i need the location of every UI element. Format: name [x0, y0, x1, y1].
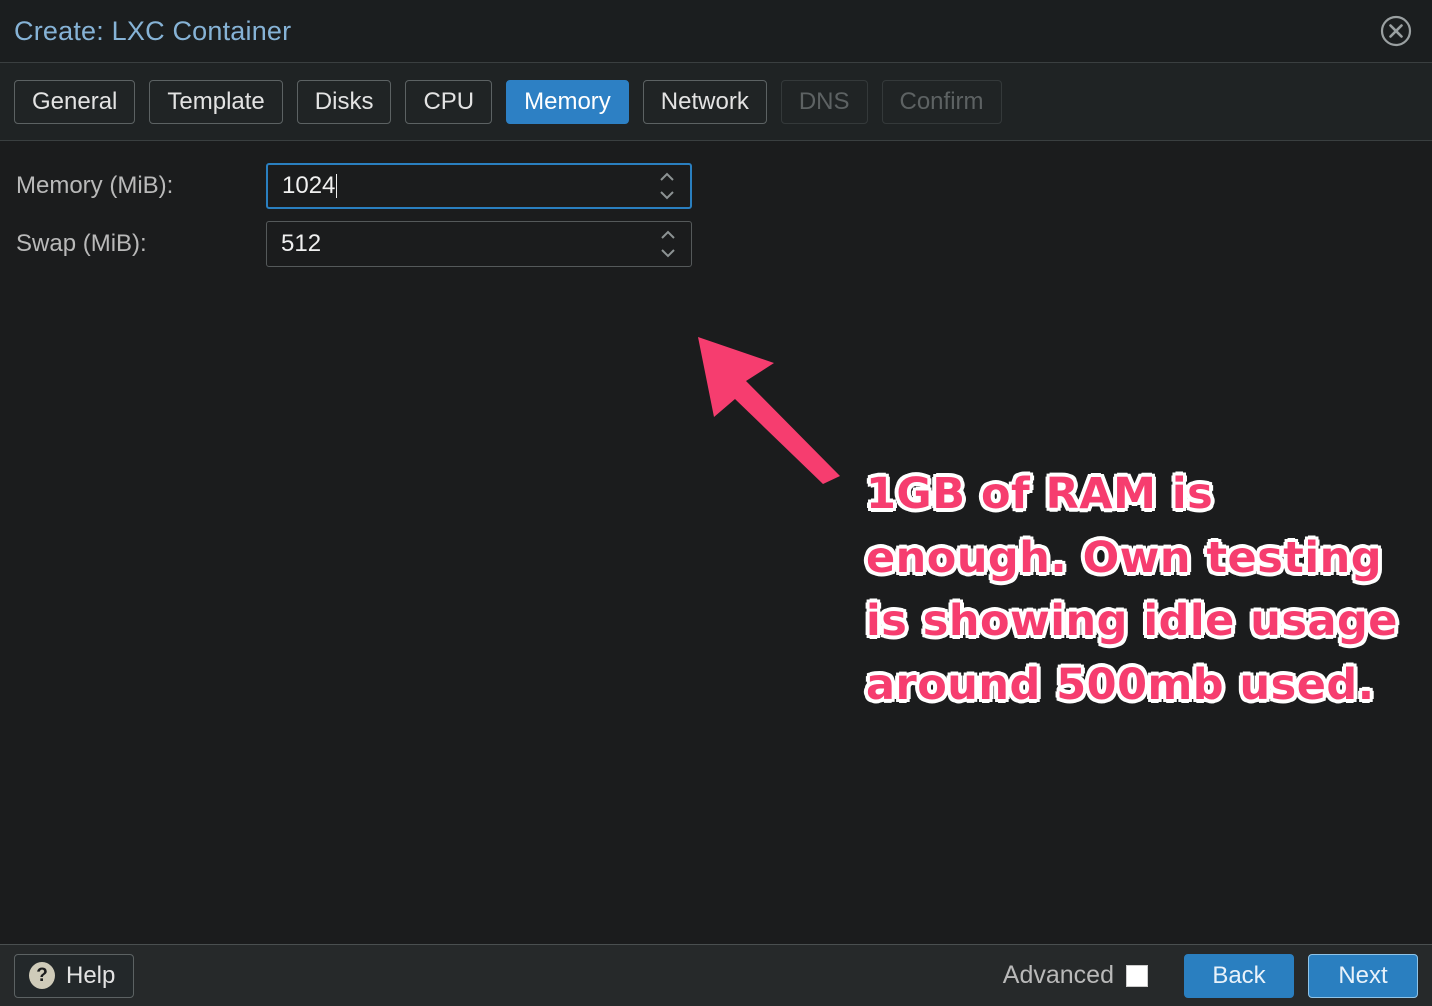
swap-label: Swap (MiB):: [16, 230, 147, 257]
dialog-titlebar: Create: LXC Container: [0, 0, 1432, 63]
close-icon[interactable]: [1379, 14, 1413, 48]
memory-input[interactable]: 1024: [266, 163, 692, 209]
back-button[interactable]: Back: [1184, 953, 1294, 998]
help-button-label: Help: [66, 961, 116, 989]
text-cursor: [336, 174, 338, 198]
question-mark-icon: ?: [29, 962, 55, 989]
swap-input[interactable]: 512: [266, 221, 692, 267]
memory-input-value: 1024: [282, 172, 336, 199]
advanced-checkbox[interactable]: [1126, 964, 1148, 987]
annotation-text-content: 1GB of RAM is enough. Own testing is sho…: [864, 467, 1400, 713]
tab-disks[interactable]: Disks: [296, 79, 392, 124]
footer-actions: Advanced Back Next: [1002, 953, 1418, 998]
advanced-label: Advanced: [1002, 961, 1114, 989]
tab-template[interactable]: Template: [149, 79, 283, 124]
memory-label: Memory (MiB):: [16, 172, 174, 199]
help-button[interactable]: ? Help: [14, 953, 135, 998]
tab-memory[interactable]: Memory: [506, 79, 629, 124]
next-button[interactable]: Next: [1308, 953, 1418, 998]
swap-spinner-up-down-icon[interactable]: [657, 229, 679, 259]
create-lxc-container-dialog: Create: LXC Container General Template D…: [0, 0, 1432, 1006]
memory-spinner-up-down-icon[interactable]: [656, 171, 678, 201]
tab-confirm: Confirm: [881, 79, 1002, 124]
dialog-footer: ? Help Advanced Back Next: [0, 944, 1432, 1006]
dialog-title: Create: LXC Container: [14, 15, 292, 46]
tab-general[interactable]: General: [14, 79, 136, 124]
memory-settings-panel: Memory (MiB): 1024 Swap (MiB): 512 1GB o…: [0, 141, 1432, 944]
memory-field-row: Memory (MiB): 1024: [0, 163, 1432, 209]
wizard-tab-bar: General Template Disks CPU Memory Networ…: [0, 63, 1432, 141]
swap-input-value: 512: [281, 230, 322, 257]
swap-field-row: Swap (MiB): 512: [0, 221, 1432, 267]
arrow-to-memory-field-icon: [690, 329, 855, 489]
tab-network[interactable]: Network: [642, 79, 767, 124]
annotation-text: 1GB of RAM is enough. Own testing is sho…: [864, 463, 1411, 718]
tab-dns: DNS: [780, 79, 868, 124]
tab-cpu[interactable]: CPU: [405, 79, 493, 124]
